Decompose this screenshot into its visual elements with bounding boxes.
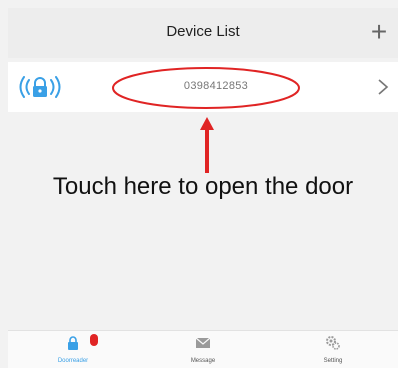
tab-setting[interactable]: Setting: [268, 331, 398, 368]
device-number: 0398412853: [183, 80, 249, 92]
wireless-lock-icon: [19, 76, 61, 98]
tab-message[interactable]: Message: [138, 331, 268, 368]
bottom-tab-bar: Doorreader Message Setting: [8, 330, 398, 368]
gear-icon: [326, 336, 340, 350]
chevron-right-icon: [378, 79, 389, 95]
envelope-icon: [195, 337, 211, 348]
lock-icon: [68, 336, 78, 350]
tab-label: Message: [190, 358, 216, 364]
pointer-arrow: [200, 117, 214, 173]
top-bar: Device List +: [8, 8, 398, 58]
tab-label: Setting: [323, 358, 343, 364]
instruction-text: Touch here to open the door: [52, 173, 354, 200]
tab-doorreader[interactable]: Doorreader: [8, 331, 138, 368]
tab-label: Doorreader: [57, 358, 89, 364]
page-title: Device List: [166, 23, 240, 40]
add-device-button[interactable]: +: [366, 17, 392, 47]
device-list-item[interactable]: 0398412853: [8, 62, 398, 112]
notification-badge: [90, 334, 98, 346]
